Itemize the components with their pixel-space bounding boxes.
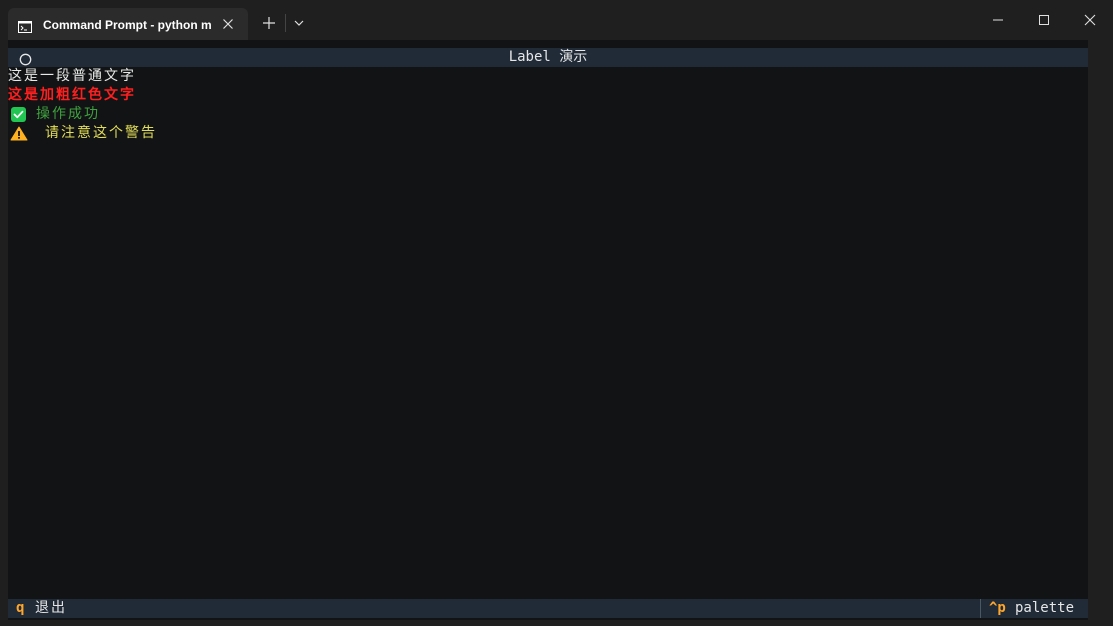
title-bar[interactable]: Command Prompt - python m — [0, 0, 1113, 40]
tab-close-icon[interactable] — [220, 16, 236, 32]
tab-separator — [285, 14, 286, 32]
quit-key: q — [16, 600, 25, 616]
close-window-button[interactable] — [1067, 0, 1113, 40]
terminal-area[interactable]: Label 演示 这是一段普通文字 这是加粗红色文字 操作成功 请注意这个警告 … — [8, 40, 1088, 620]
warning-icon — [10, 126, 28, 141]
chevron-down-icon — [294, 20, 304, 26]
palette-key: ^p — [989, 600, 1006, 616]
tab-command-prompt[interactable]: Command Prompt - python m — [8, 8, 248, 40]
quit-label: 退出 — [35, 600, 67, 616]
new-tab-button[interactable] — [258, 12, 280, 34]
footer-bar: q 退出 ^p palette — [8, 599, 1088, 618]
close-icon — [1084, 14, 1096, 26]
palette-label: palette — [1015, 600, 1075, 616]
check-box-icon — [11, 107, 26, 122]
minimize-icon — [993, 19, 1003, 21]
app-title: Label 演示 — [508, 49, 588, 65]
bold-red-label: 这是加粗红色文字 — [8, 87, 136, 103]
app-header: Label 演示 — [8, 48, 1088, 67]
tab-dropdown-button[interactable] — [289, 12, 309, 34]
warning-text: 请注意这个警告 — [45, 125, 157, 141]
tab-title: Command Prompt - python m — [43, 18, 212, 32]
plus-icon — [263, 17, 275, 29]
maximize-icon — [1039, 15, 1049, 25]
minimize-button[interactable] — [975, 0, 1021, 40]
footer-separator — [980, 599, 981, 618]
terminal-window: Command Prompt - python m Label 演示 这是一段普… — [0, 0, 1113, 626]
maximize-button[interactable] — [1021, 0, 1067, 40]
plain-label: 这是一段普通文字 — [8, 68, 136, 84]
terminal-icon — [18, 18, 32, 33]
success-text: 操作成功 — [36, 106, 100, 122]
